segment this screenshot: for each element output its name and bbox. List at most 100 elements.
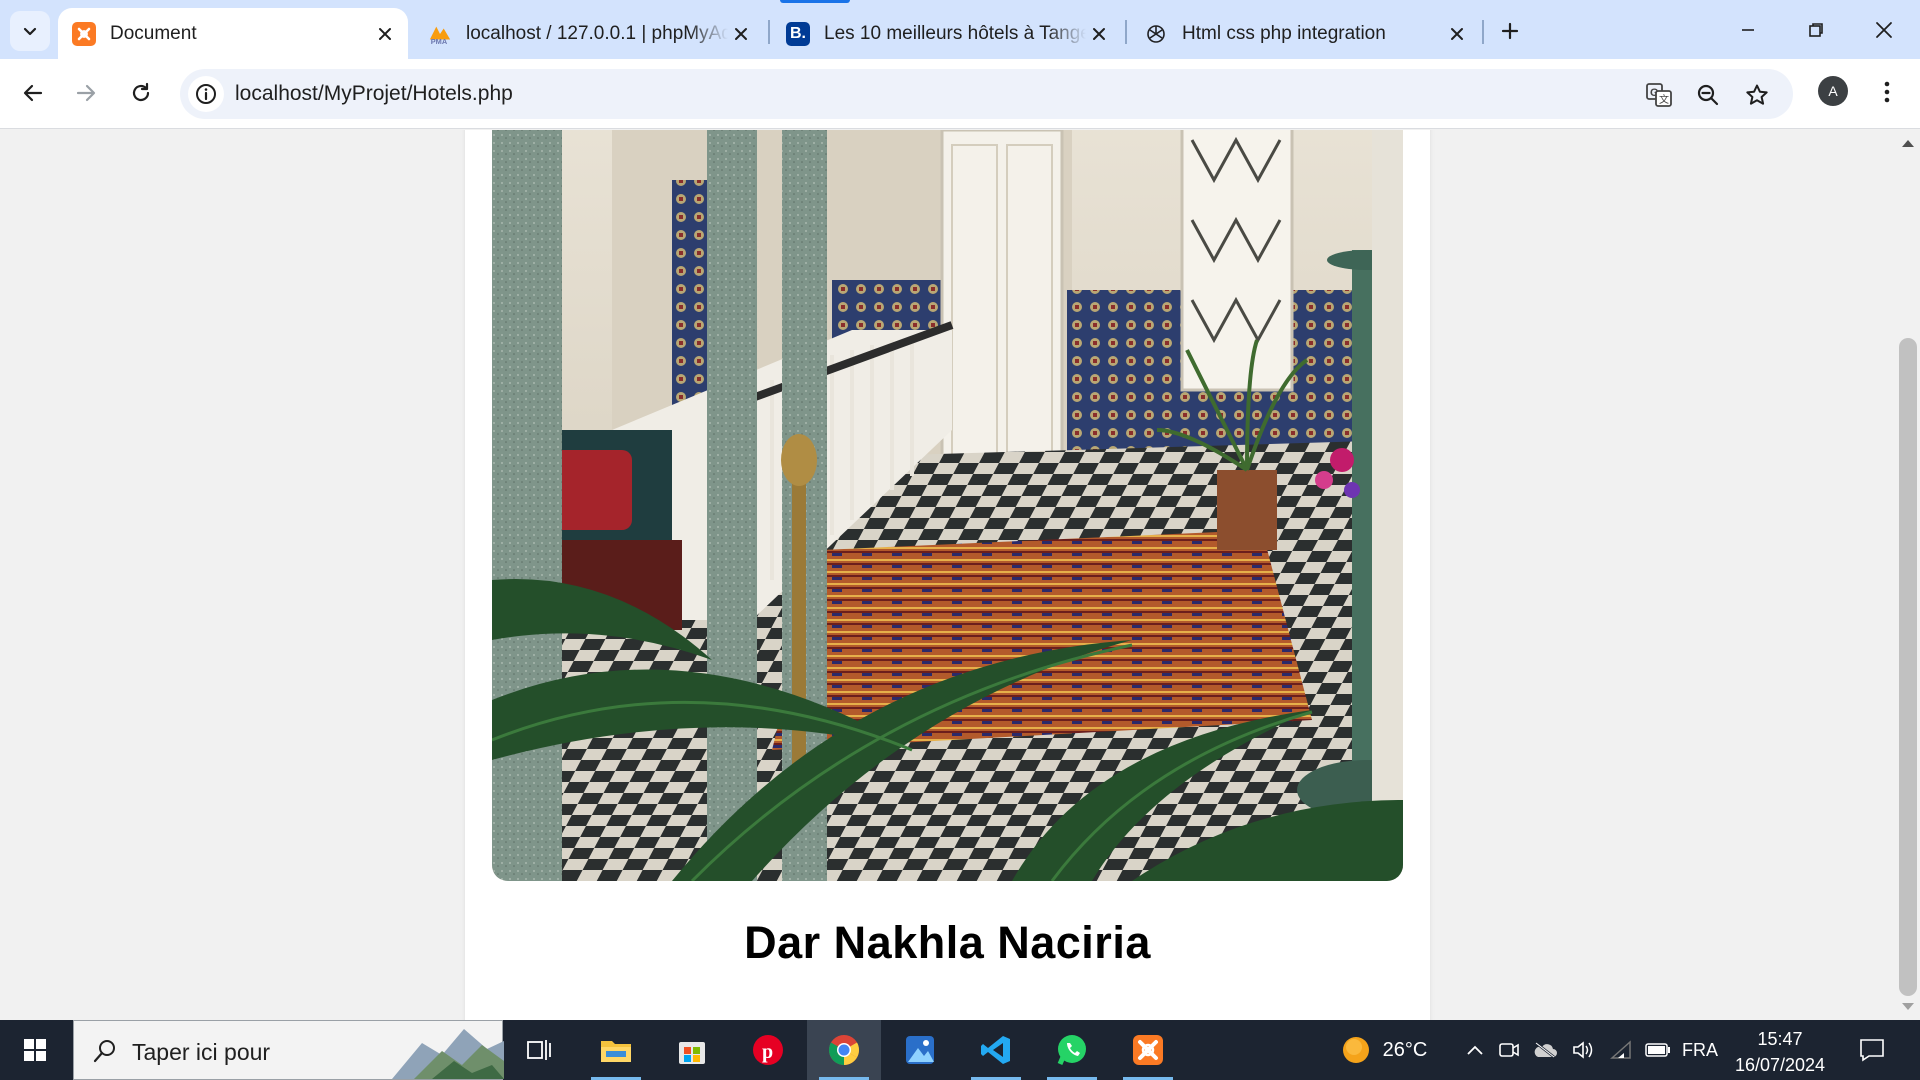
zoom-button[interactable] bbox=[1691, 78, 1725, 112]
close-icon bbox=[1876, 22, 1892, 38]
start-button[interactable] bbox=[10, 1030, 60, 1070]
close-tab-button[interactable] bbox=[728, 21, 754, 47]
new-tab-button[interactable] bbox=[1495, 16, 1525, 46]
svg-text:文: 文 bbox=[1659, 93, 1669, 106]
page-viewport: Dar Nakhla Naciria bbox=[0, 130, 1900, 1020]
windows-taskbar: Taper ici pour p 26°C FRA 15:47 16/07/20… bbox=[0, 1020, 1920, 1080]
onedrive-button[interactable] bbox=[1528, 1020, 1562, 1080]
search-highlight-icon bbox=[392, 1029, 504, 1079]
booking-icon: B. bbox=[786, 21, 810, 46]
svg-text:p: p bbox=[762, 1041, 773, 1063]
taskbar-photos[interactable] bbox=[883, 1020, 957, 1080]
url-text[interactable]: localhost/MyProjet/Hotels.php bbox=[235, 82, 513, 106]
taskbar-vscode[interactable] bbox=[959, 1020, 1033, 1080]
speaker-icon bbox=[1573, 1041, 1593, 1059]
star-icon bbox=[1746, 84, 1768, 105]
tab-phpmyadmin[interactable]: PMA localhost / 127.0.0.1 | phpMyAdmin bbox=[414, 8, 764, 59]
chevron-up-icon bbox=[1467, 1045, 1483, 1055]
tab-separator bbox=[768, 20, 770, 44]
more-vertical-icon bbox=[1884, 81, 1890, 103]
battery-button[interactable] bbox=[1640, 1020, 1676, 1080]
tab-booking[interactable]: B. Les 10 meilleurs hôtels à Tanger bbox=[772, 8, 1122, 59]
chevron-down-icon bbox=[23, 27, 37, 36]
tab-document[interactable]: Document bbox=[58, 8, 408, 59]
close-tab-button[interactable] bbox=[372, 21, 398, 47]
minimize-icon bbox=[1742, 29, 1754, 31]
restore-icon bbox=[1809, 23, 1823, 37]
arrow-right-icon bbox=[76, 84, 96, 102]
tab-separator bbox=[1482, 20, 1484, 44]
scrollbar-thumb[interactable] bbox=[1899, 338, 1917, 996]
weather-widget[interactable]: 26°C bbox=[1334, 1020, 1434, 1080]
taskbar-pinterest[interactable]: p bbox=[731, 1020, 805, 1080]
notification-icon bbox=[1860, 1039, 1884, 1062]
taskbar-file-explorer[interactable] bbox=[579, 1020, 653, 1080]
back-button[interactable] bbox=[13, 73, 53, 113]
notification-center-button[interactable] bbox=[1852, 1020, 1892, 1080]
task-view-button[interactable] bbox=[503, 1020, 577, 1080]
profile-avatar[interactable]: A bbox=[1818, 76, 1848, 106]
close-icon bbox=[1093, 27, 1105, 40]
taskbar-search-box[interactable]: Taper ici pour bbox=[73, 1020, 504, 1080]
page-scrollbar[interactable] bbox=[1896, 130, 1920, 1020]
xampp-icon bbox=[1133, 1035, 1163, 1065]
taskbar-xampp[interactable] bbox=[1111, 1020, 1185, 1080]
zoom-out-icon bbox=[1697, 84, 1719, 106]
chrome-icon bbox=[828, 1035, 860, 1065]
cloud-icon bbox=[1534, 1042, 1557, 1058]
hotel-card[interactable]: Dar Nakhla Naciria bbox=[465, 130, 1430, 1020]
network-button[interactable] bbox=[1604, 1020, 1638, 1080]
system-clock[interactable]: 15:47 16/07/2024 bbox=[1724, 1026, 1836, 1078]
close-tab-button[interactable] bbox=[1444, 21, 1470, 47]
tab-chatgpt[interactable]: Html css php integration bbox=[1130, 8, 1480, 59]
svg-text:PMA: PMA bbox=[431, 37, 448, 46]
store-icon bbox=[679, 1042, 705, 1064]
scroll-up-arrow-icon[interactable] bbox=[1902, 140, 1914, 147]
tab-search-button[interactable] bbox=[10, 11, 50, 51]
folder-icon bbox=[601, 1041, 631, 1062]
phpmyadmin-icon: PMA bbox=[428, 22, 452, 46]
sun-icon bbox=[1342, 1037, 1369, 1063]
input-language-button[interactable]: FRA bbox=[1680, 1020, 1720, 1080]
xampp-icon bbox=[72, 21, 96, 46]
pinterest-icon: p bbox=[753, 1035, 783, 1065]
forward-button[interactable] bbox=[66, 73, 106, 113]
task-view-icon bbox=[527, 1040, 551, 1060]
taskbar-chrome[interactable] bbox=[807, 1020, 881, 1080]
translate-button[interactable]: G文 bbox=[1642, 78, 1676, 112]
info-icon bbox=[196, 84, 216, 104]
show-hidden-icons-button[interactable] bbox=[1460, 1020, 1490, 1080]
scroll-down-arrow-icon[interactable] bbox=[1902, 1003, 1914, 1010]
reload-button[interactable] bbox=[121, 73, 161, 113]
photos-icon bbox=[906, 1036, 934, 1064]
wifi-icon bbox=[1610, 1040, 1631, 1059]
taskbar-whatsapp[interactable] bbox=[1035, 1020, 1109, 1080]
taskbar-microsoft-store[interactable] bbox=[655, 1020, 729, 1080]
tab-title: Html css php integration bbox=[1182, 22, 1386, 44]
meet-now-button[interactable] bbox=[1494, 1020, 1524, 1080]
tab-separator bbox=[1125, 20, 1127, 44]
close-icon bbox=[379, 27, 391, 40]
browser-toolbar: localhost/MyProjet/Hotels.php G文 A bbox=[0, 59, 1920, 129]
site-info-button[interactable] bbox=[188, 76, 224, 112]
volume-button[interactable] bbox=[1566, 1020, 1600, 1080]
browser-menu-button[interactable] bbox=[1872, 75, 1902, 109]
bookmark-button[interactable] bbox=[1740, 78, 1774, 112]
restore-button[interactable] bbox=[1782, 8, 1850, 52]
minimize-button[interactable] bbox=[1714, 8, 1782, 52]
close-icon bbox=[1451, 27, 1463, 40]
hotel-name: Dar Nakhla Naciria bbox=[744, 917, 1151, 968]
tab-strip: Document PMA localhost / 127.0.0.1 | php… bbox=[0, 0, 1920, 59]
chatgpt-icon bbox=[1144, 22, 1168, 46]
tab-title: localhost / 127.0.0.1 | phpMyAdmin bbox=[466, 22, 728, 44]
arrow-left-icon bbox=[23, 84, 43, 102]
taskbar-search-placeholder: Taper ici pour bbox=[132, 1039, 271, 1065]
tab-loading-indicator bbox=[780, 0, 850, 3]
weather-temperature: 26°C bbox=[1382, 1038, 1428, 1061]
reload-icon bbox=[132, 82, 150, 102]
close-window-button[interactable] bbox=[1850, 8, 1918, 52]
whatsapp-icon bbox=[1057, 1035, 1086, 1065]
close-tab-button[interactable] bbox=[1086, 21, 1112, 47]
plus-icon bbox=[1501, 22, 1519, 40]
address-bar[interactable]: localhost/MyProjet/Hotels.php G文 bbox=[180, 69, 1793, 119]
